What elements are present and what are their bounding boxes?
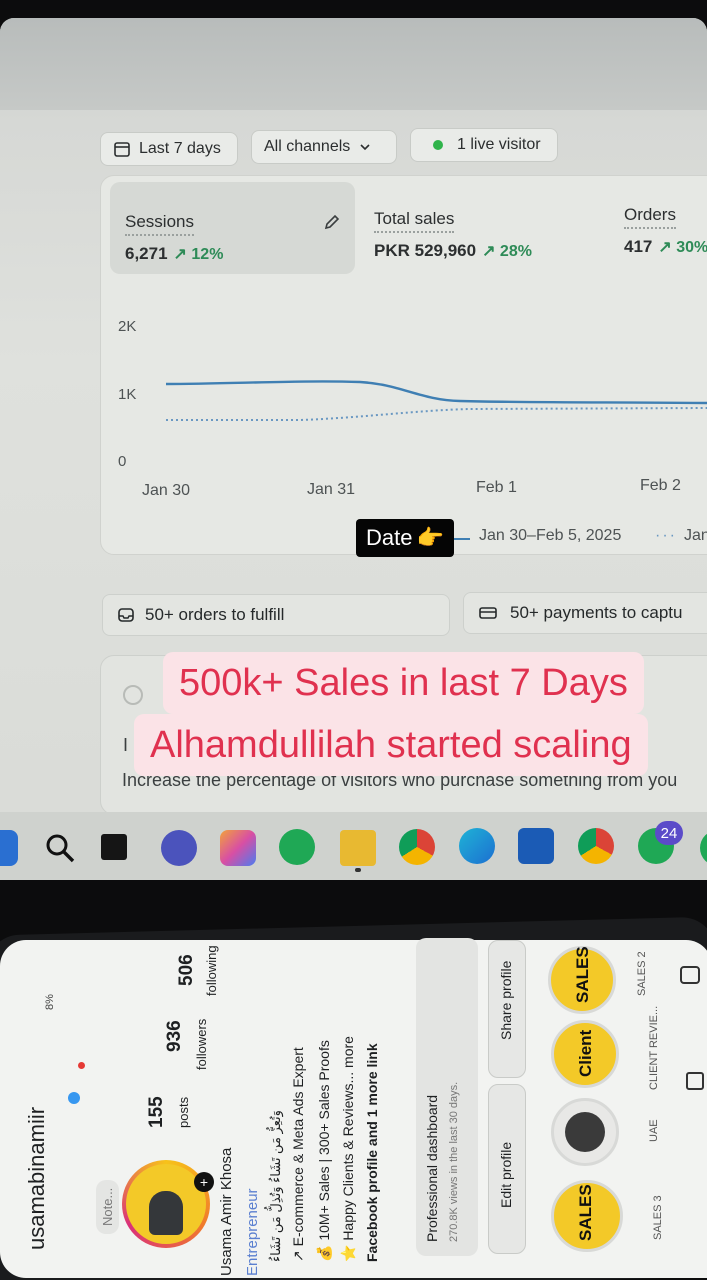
chrome-profile-icon[interactable] — [578, 828, 614, 864]
professional-dashboard-title: Professional dashboard — [424, 1094, 440, 1242]
current-period-line — [165, 380, 707, 405]
file-explorer-icon[interactable] — [340, 830, 376, 866]
status-bar: 8% — [44, 994, 56, 1010]
camera-icon[interactable] — [680, 966, 700, 984]
edge-icon[interactable] — [459, 828, 495, 864]
share-profile-label: Share profile — [498, 960, 514, 1040]
posts-label: posts — [176, 1096, 191, 1128]
highlight-client-reviews[interactable]: Client — [551, 1020, 619, 1088]
avatar — [126, 1164, 206, 1244]
orders-to-fulfill-label: 50+ orders to fulfill — [145, 605, 285, 624]
highlight-cover-text: SALES — [576, 1184, 595, 1241]
posts-count[interactable]: 155 — [146, 1096, 168, 1128]
pointing-hand-icon: 👉 — [416, 525, 444, 550]
highlight-label: UAE — [648, 1119, 660, 1142]
grid-icon[interactable] — [686, 1072, 704, 1090]
username[interactable]: usamabinamiir — [24, 1107, 50, 1250]
teams-icon[interactable] — [161, 830, 197, 866]
payments-to-capture-label: 50+ payments to captu — [510, 603, 683, 622]
avatar-person — [149, 1191, 183, 1235]
payment-icon — [479, 607, 497, 619]
display-name: Usama Amir Khosa — [218, 1147, 235, 1276]
store-icon[interactable] — [518, 828, 554, 864]
orders-to-fulfill-button[interactable]: 50+ orders to fulfill — [102, 594, 450, 636]
x-tick-jan30: Jan 30 — [142, 482, 191, 499]
legend-current-swatch — [452, 538, 470, 540]
battery-label: 8% — [44, 994, 56, 1010]
notification-dot-icon — [78, 1062, 85, 1069]
search-icon[interactable] — [44, 832, 76, 864]
payments-to-capture-button[interactable]: 50+ payments to captu — [463, 592, 707, 634]
highlight-label: SALES 2 — [636, 951, 648, 996]
following-count[interactable]: 506 — [176, 954, 198, 986]
x-tick-jan31: Jan 31 — [307, 481, 356, 498]
followers-label: followers — [194, 1018, 209, 1070]
following-label: following — [204, 945, 219, 996]
highlight-sales-3[interactable]: SALES — [551, 1180, 623, 1252]
bio-line-2: 💰 10M+ Sales | 300+ Sales Proofs — [316, 1040, 332, 1262]
category-label: Entrepreneur — [244, 1188, 261, 1276]
highlight-cover-text: SALES — [573, 946, 592, 1003]
copilot-icon[interactable] — [220, 830, 256, 866]
note-bubble[interactable]: Note... — [96, 1179, 119, 1234]
add-story-icon[interactable]: + — [194, 1172, 214, 1192]
date-sticker: Date 👉 — [356, 519, 454, 557]
previous-period-line — [166, 407, 707, 421]
highlight-label: CLIENT REVIE... — [648, 1005, 660, 1090]
task-view-icon[interactable] — [101, 834, 127, 860]
notification-badge: 24 — [655, 821, 683, 845]
start-icon[interactable] — [0, 830, 18, 866]
edit-profile-label: Edit profile — [498, 1141, 514, 1208]
highlight-cover-text: Client — [576, 1029, 595, 1077]
lower-card-heading-fragment: I — [123, 735, 129, 755]
followers-count[interactable]: 936 — [164, 1020, 186, 1052]
chrome-icon[interactable] — [399, 829, 435, 865]
professional-dashboard-subtitle: 270.8K views in the last 30 days. — [448, 1081, 460, 1242]
legend-previous-label: Jan — [684, 527, 707, 544]
legend-previous-swatch: ··· — [655, 527, 677, 544]
highlight-sales-2[interactable]: SALES — [548, 946, 616, 1014]
whatsapp-icon[interactable] — [279, 829, 315, 865]
date-sticker-text: Date — [366, 525, 413, 550]
legend-current-label: Jan 30–Feb 5, 2025 — [479, 527, 622, 544]
bio-line-1: ↗ E-commerce & Meta Ads Expert — [290, 1047, 306, 1262]
x-tick-feb2: Feb 2 — [640, 477, 681, 494]
radio-circle-icon[interactable] — [123, 685, 143, 705]
highlight-label: SALES 3 — [652, 1195, 664, 1240]
bio-line-3[interactable]: ⭐ Happy Clients & Reviews... more — [340, 1036, 357, 1262]
active-app-indicator — [355, 868, 361, 872]
caption-line-1: 500k+ Sales in last 7 Days — [163, 652, 644, 714]
verified-badge-icon — [68, 1092, 80, 1104]
bio-arabic: وَتُعِزُّ مَن تَشَاءُ وَتُذِلُّ مَن تَشَ… — [268, 1110, 283, 1262]
x-tick-feb1: Feb 1 — [476, 479, 517, 496]
bio-link[interactable]: Facebook profile and 1 more link — [364, 1043, 380, 1262]
uae-cover-icon — [565, 1112, 605, 1152]
highlight-uae[interactable] — [551, 1098, 619, 1166]
caption-line-2: Alhamdullilah started scaling — [134, 714, 648, 776]
inbox-icon — [118, 608, 134, 622]
